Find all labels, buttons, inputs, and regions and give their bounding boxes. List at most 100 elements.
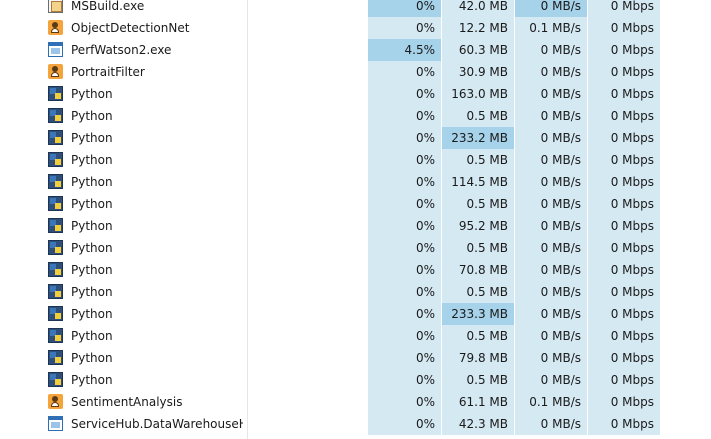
- process-icon-cell: [48, 259, 64, 281]
- disk-value: 0 MB/s: [515, 325, 587, 347]
- portrait-app-icon: [48, 64, 63, 79]
- memory-value: 79.8 MB: [442, 347, 514, 369]
- process-name: Python: [71, 241, 113, 255]
- process-name: ServiceHub.DataWarehouseH...: [71, 417, 243, 431]
- network-value: 0 Mbps: [588, 281, 660, 303]
- network-value: 0 Mbps: [588, 413, 660, 435]
- process-name: Python: [71, 307, 113, 321]
- process-row[interactable]: ServiceHub.DataWarehouseH... 0% 42.3 MB 0 M…: [0, 413, 711, 435]
- portrait-app-icon: [48, 394, 63, 409]
- cpu-value: 0%: [368, 281, 441, 303]
- network-value: 0 Mbps: [588, 215, 660, 237]
- disk-value: 0 MB/s: [515, 215, 587, 237]
- network-value: 0 Mbps: [588, 237, 660, 259]
- process-icon-cell: [48, 83, 64, 105]
- disk-value: 0 MB/s: [515, 39, 587, 61]
- msbuild-icon: [48, 0, 63, 13]
- memory-value: 42.3 MB: [442, 413, 514, 435]
- process-row[interactable]: Python 0% 95.2 MB 0 MB/s 0 Mbps: [0, 215, 711, 237]
- process-row[interactable]: Python 0% 79.8 MB 0 MB/s 0 Mbps: [0, 347, 711, 369]
- process-name: Python: [71, 351, 113, 365]
- process-icon-cell: [48, 413, 64, 435]
- python-icon: [48, 240, 63, 255]
- process-row[interactable]: MSBuild.exe 0% 42.0 MB 0 MB/s 0 Mbps: [0, 0, 711, 17]
- process-row[interactable]: Python 0% 0.5 MB 0 MB/s 0 Mbps: [0, 149, 711, 171]
- cpu-value: 0%: [368, 149, 441, 171]
- disk-value: 0 MB/s: [515, 281, 587, 303]
- cpu-value: 0%: [368, 215, 441, 237]
- process-name: ObjectDetectionNet: [71, 21, 190, 35]
- memory-value: 163.0 MB: [442, 83, 514, 105]
- process-name: Python: [71, 175, 113, 189]
- python-icon: [48, 262, 63, 277]
- cpu-value: 0%: [368, 171, 441, 193]
- process-row[interactable]: Python 0% 233.3 MB 0 MB/s 0 Mbps: [0, 303, 711, 325]
- cpu-value: 0%: [368, 0, 441, 17]
- disk-value: 0.1 MB/s: [515, 391, 587, 413]
- process-name: Python: [71, 87, 113, 101]
- memory-value: 95.2 MB: [442, 215, 514, 237]
- process-row[interactable]: ObjectDetectionNet 0% 12.2 MB 0.1 MB/s 0 Mbp…: [0, 17, 711, 39]
- process-row[interactable]: Python 0% 0.5 MB 0 MB/s 0 Mbps: [0, 281, 711, 303]
- process-name: PerfWatson2.exe: [71, 43, 172, 57]
- network-value: 0 Mbps: [588, 303, 660, 325]
- network-value: 0 Mbps: [588, 105, 660, 127]
- memory-value: 30.9 MB: [442, 61, 514, 83]
- process-icon-cell: [48, 17, 64, 39]
- disk-value: 0.1 MB/s: [515, 17, 587, 39]
- cpu-value: 0%: [368, 303, 441, 325]
- process-row[interactable]: Python 0% 0.5 MB 0 MB/s 0 Mbps: [0, 193, 711, 215]
- disk-value: 0 MB/s: [515, 259, 587, 281]
- process-icon-cell: [48, 303, 64, 325]
- process-icon-cell: [48, 281, 64, 303]
- network-value: 0 Mbps: [588, 391, 660, 413]
- memory-value: 0.5 MB: [442, 193, 514, 215]
- process-name: Python: [71, 285, 113, 299]
- process-name: Python: [71, 373, 113, 387]
- memory-value: 70.8 MB: [442, 259, 514, 281]
- process-icon-cell: [48, 149, 64, 171]
- process-row[interactable]: Python 0% 0.5 MB 0 MB/s 0 Mbps: [0, 325, 711, 347]
- process-row[interactable]: Python 0% 0.5 MB 0 MB/s 0 Mbps: [0, 105, 711, 127]
- memory-value: 0.5 MB: [442, 325, 514, 347]
- process-name: Python: [71, 109, 113, 123]
- python-icon: [48, 130, 63, 145]
- process-row[interactable]: PerfWatson2.exe 4.5% 60.3 MB 0 MB/s 0 Mbps: [0, 39, 711, 61]
- process-row[interactable]: PortraitFilter 0% 30.9 MB 0 MB/s 0 Mbps: [0, 61, 711, 83]
- network-value: 0 Mbps: [588, 171, 660, 193]
- process-icon-cell: [48, 105, 64, 127]
- cpu-value: 0%: [368, 83, 441, 105]
- cpu-value: 0%: [368, 61, 441, 83]
- column-divider[interactable]: [247, 0, 248, 439]
- disk-value: 0 MB/s: [515, 83, 587, 105]
- process-name: MSBuild.exe: [71, 0, 145, 13]
- process-row[interactable]: Python 0% 70.8 MB 0 MB/s 0 Mbps: [0, 259, 711, 281]
- process-name: Python: [71, 153, 113, 167]
- cpu-value: 0%: [368, 391, 441, 413]
- network-value: 0 Mbps: [588, 127, 660, 149]
- python-icon: [48, 306, 63, 321]
- process-row[interactable]: SentimentAnalysis 0% 61.1 MB 0.1 MB/s 0 Mbps: [0, 391, 711, 413]
- process-row[interactable]: Python 0% 0.5 MB 0 MB/s 0 Mbps: [0, 369, 711, 391]
- memory-value: 61.1 MB: [442, 391, 514, 413]
- process-row[interactable]: Python 0% 163.0 MB 0 MB/s 0 Mbps: [0, 83, 711, 105]
- disk-value: 0 MB/s: [515, 149, 587, 171]
- process-icon-cell: [48, 127, 64, 149]
- process-row[interactable]: Python 0% 233.2 MB 0 MB/s 0 Mbps: [0, 127, 711, 149]
- process-row[interactable]: Python 0% 114.5 MB 0 MB/s 0 Mbps: [0, 171, 711, 193]
- python-icon: [48, 174, 63, 189]
- network-value: 0 Mbps: [588, 259, 660, 281]
- disk-value: 0 MB/s: [515, 303, 587, 325]
- process-icon-cell: [48, 215, 64, 237]
- process-name: Python: [71, 263, 113, 277]
- process-row[interactable]: Python 0% 0.5 MB 0 MB/s 0 Mbps: [0, 237, 711, 259]
- disk-value: 0 MB/s: [515, 237, 587, 259]
- python-icon: [48, 284, 63, 299]
- cpu-value: 0%: [368, 259, 441, 281]
- disk-value: 0 MB/s: [515, 413, 587, 435]
- network-value: 0 Mbps: [588, 325, 660, 347]
- process-name: Python: [71, 131, 113, 145]
- window-app-icon: [48, 42, 63, 57]
- network-value: 0 Mbps: [588, 193, 660, 215]
- network-value: 0 Mbps: [588, 0, 660, 17]
